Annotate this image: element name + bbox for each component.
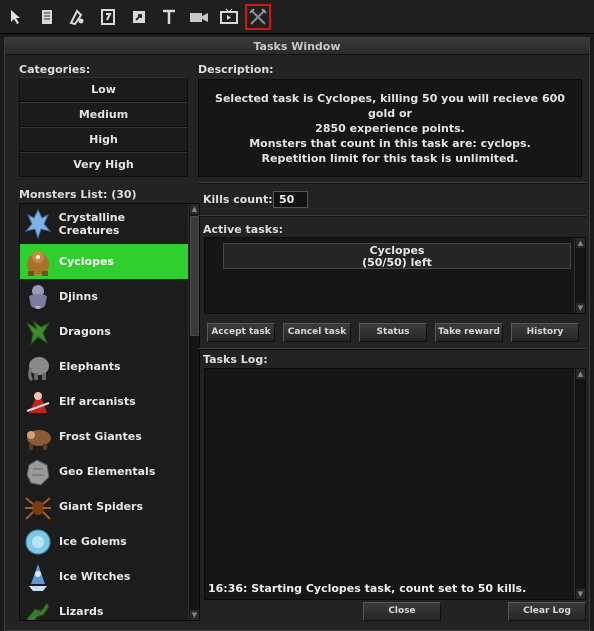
tasks-window: Tasks Window Categories: Low Medium High… [4, 37, 590, 631]
monster-name: Elephants [59, 360, 121, 373]
monster-name: Dragons [59, 325, 111, 338]
monsters-label: Monsters List: (30) [19, 188, 137, 201]
tasks-log-label: Tasks Log: [203, 353, 268, 366]
crystal-creature-icon [22, 208, 54, 240]
description-line: 2850 experience points. [315, 121, 465, 135]
monster-name: Lizards [59, 605, 104, 618]
monster-name: Crystalline Creatures [58, 210, 126, 237]
scroll-up-icon[interactable]: ▲ [576, 369, 585, 379]
monster-name: Djinns [59, 290, 98, 303]
monster-name: Ice Golems [59, 535, 127, 548]
scroll-up-icon[interactable]: ▲ [576, 238, 585, 248]
description-box: Selected task is Cyclopes, killing 50 yo… [198, 79, 582, 177]
list-item[interactable]: Ice Golems [20, 524, 188, 559]
list-item[interactable]: Elephants [20, 349, 188, 384]
active-tasks-label: Active tasks: [203, 223, 284, 236]
list-item[interactable]: Elf arcanists [20, 384, 188, 419]
categories-label: Categories: [19, 63, 91, 76]
monsters-list: Crystalline Creatures Cyclopes Djinns Dr… [19, 203, 200, 621]
scroll-down-icon[interactable]: ▼ [576, 303, 585, 313]
accept-task-button[interactable]: Accept task [207, 323, 275, 342]
status-button[interactable]: Status [359, 323, 427, 342]
list-item[interactable]: Giant Spiders [20, 489, 188, 524]
list-item[interactable]: Lizards [20, 594, 188, 620]
dragon-icon [22, 316, 54, 348]
monster-name: Geo Elementals [59, 465, 156, 478]
list-item[interactable]: Crystalline Creatures [20, 206, 188, 241]
scroll-up-icon[interactable]: ▲ [190, 204, 199, 214]
scroll-down-icon[interactable]: ▼ [190, 610, 199, 620]
scroll-thumb[interactable] [190, 216, 199, 336]
cancel-task-button[interactable]: Cancel task [283, 323, 351, 342]
kills-count-label: Kills count: [203, 193, 273, 206]
elephant-icon [22, 351, 54, 383]
category-medium[interactable]: Medium [19, 102, 188, 127]
active-tasks-list: Cyclopes (50/50) left ▲ ▼ [204, 237, 586, 314]
scroll-down-icon[interactable]: ▼ [576, 589, 585, 599]
list-item[interactable]: Ice Witches [20, 559, 188, 594]
monster-name: Cyclopes [59, 255, 114, 268]
tasks-icon[interactable] [245, 4, 271, 30]
camera-icon[interactable] [186, 4, 212, 30]
divider [198, 182, 586, 184]
kills-count-input[interactable]: 50 [273, 191, 308, 208]
list-item[interactable]: Dragons [20, 314, 188, 349]
description-label: Description: [198, 63, 274, 76]
tasks-log: 16:36: Starting Cyclopes task, count set… [204, 368, 586, 600]
divider [198, 215, 586, 217]
ice-witch-icon [22, 561, 54, 593]
description-line: Repetition limit for this task is unlimi… [261, 151, 519, 165]
monsters-scrollbar[interactable]: ▲ ▼ [188, 204, 199, 620]
log-line: 16:36: Starting Cyclopes task, count set… [208, 582, 527, 595]
category-very-high[interactable]: Very High [19, 152, 188, 177]
list-item[interactable]: Geo Elementals [20, 454, 188, 489]
spellbook-icon[interactable] [95, 4, 121, 30]
description-line: Selected task is Cyclopes, killing 50 yo… [215, 91, 565, 120]
take-reward-button[interactable]: Take reward [435, 323, 503, 342]
ice-golem-icon [22, 526, 54, 558]
text-icon[interactable] [156, 4, 182, 30]
active-task-entry[interactable]: Cyclopes (50/50) left [223, 243, 571, 269]
top-toolbar [0, 0, 594, 34]
categories-list: Low Medium High Very High [19, 77, 188, 177]
list-item[interactable]: Frost Giantes [20, 419, 188, 454]
monster-name: Frost Giantes [59, 430, 142, 443]
task-progress: (50/50) left [362, 256, 432, 269]
divider [198, 348, 586, 350]
giant-spider-icon [22, 491, 54, 523]
monster-name: Elf arcanists [59, 395, 136, 408]
monster-name: Ice Witches [59, 570, 131, 583]
list-item-selected[interactable]: Cyclopes [20, 244, 188, 279]
elf-arcanist-icon [22, 386, 54, 418]
description-line: Monsters that count in this task are: cy… [249, 136, 531, 150]
window-title: Tasks Window [5, 38, 589, 55]
list-item[interactable]: Djinns [20, 279, 188, 314]
skills-icon[interactable] [64, 4, 90, 30]
tv-icon[interactable] [216, 4, 242, 30]
notes-icon[interactable] [34, 4, 60, 30]
cursor-icon[interactable] [4, 4, 30, 30]
djinn-icon [22, 281, 54, 313]
active-tasks-scrollbar[interactable]: ▲ ▼ [574, 238, 585, 313]
minimap-icon[interactable] [126, 4, 152, 30]
lizard-icon [22, 596, 54, 620]
geo-elemental-icon [22, 456, 54, 488]
monster-name: Giant Spiders [59, 500, 144, 513]
clear-log-button[interactable]: Clear Log [508, 602, 586, 621]
cyclops-icon [22, 246, 54, 278]
category-high[interactable]: High [19, 127, 188, 152]
history-button[interactable]: History [511, 323, 579, 342]
close-button[interactable]: Close [363, 602, 441, 621]
log-scrollbar[interactable]: ▲ ▼ [574, 369, 585, 599]
category-low[interactable]: Low [19, 77, 188, 102]
frost-giant-icon [22, 421, 54, 453]
